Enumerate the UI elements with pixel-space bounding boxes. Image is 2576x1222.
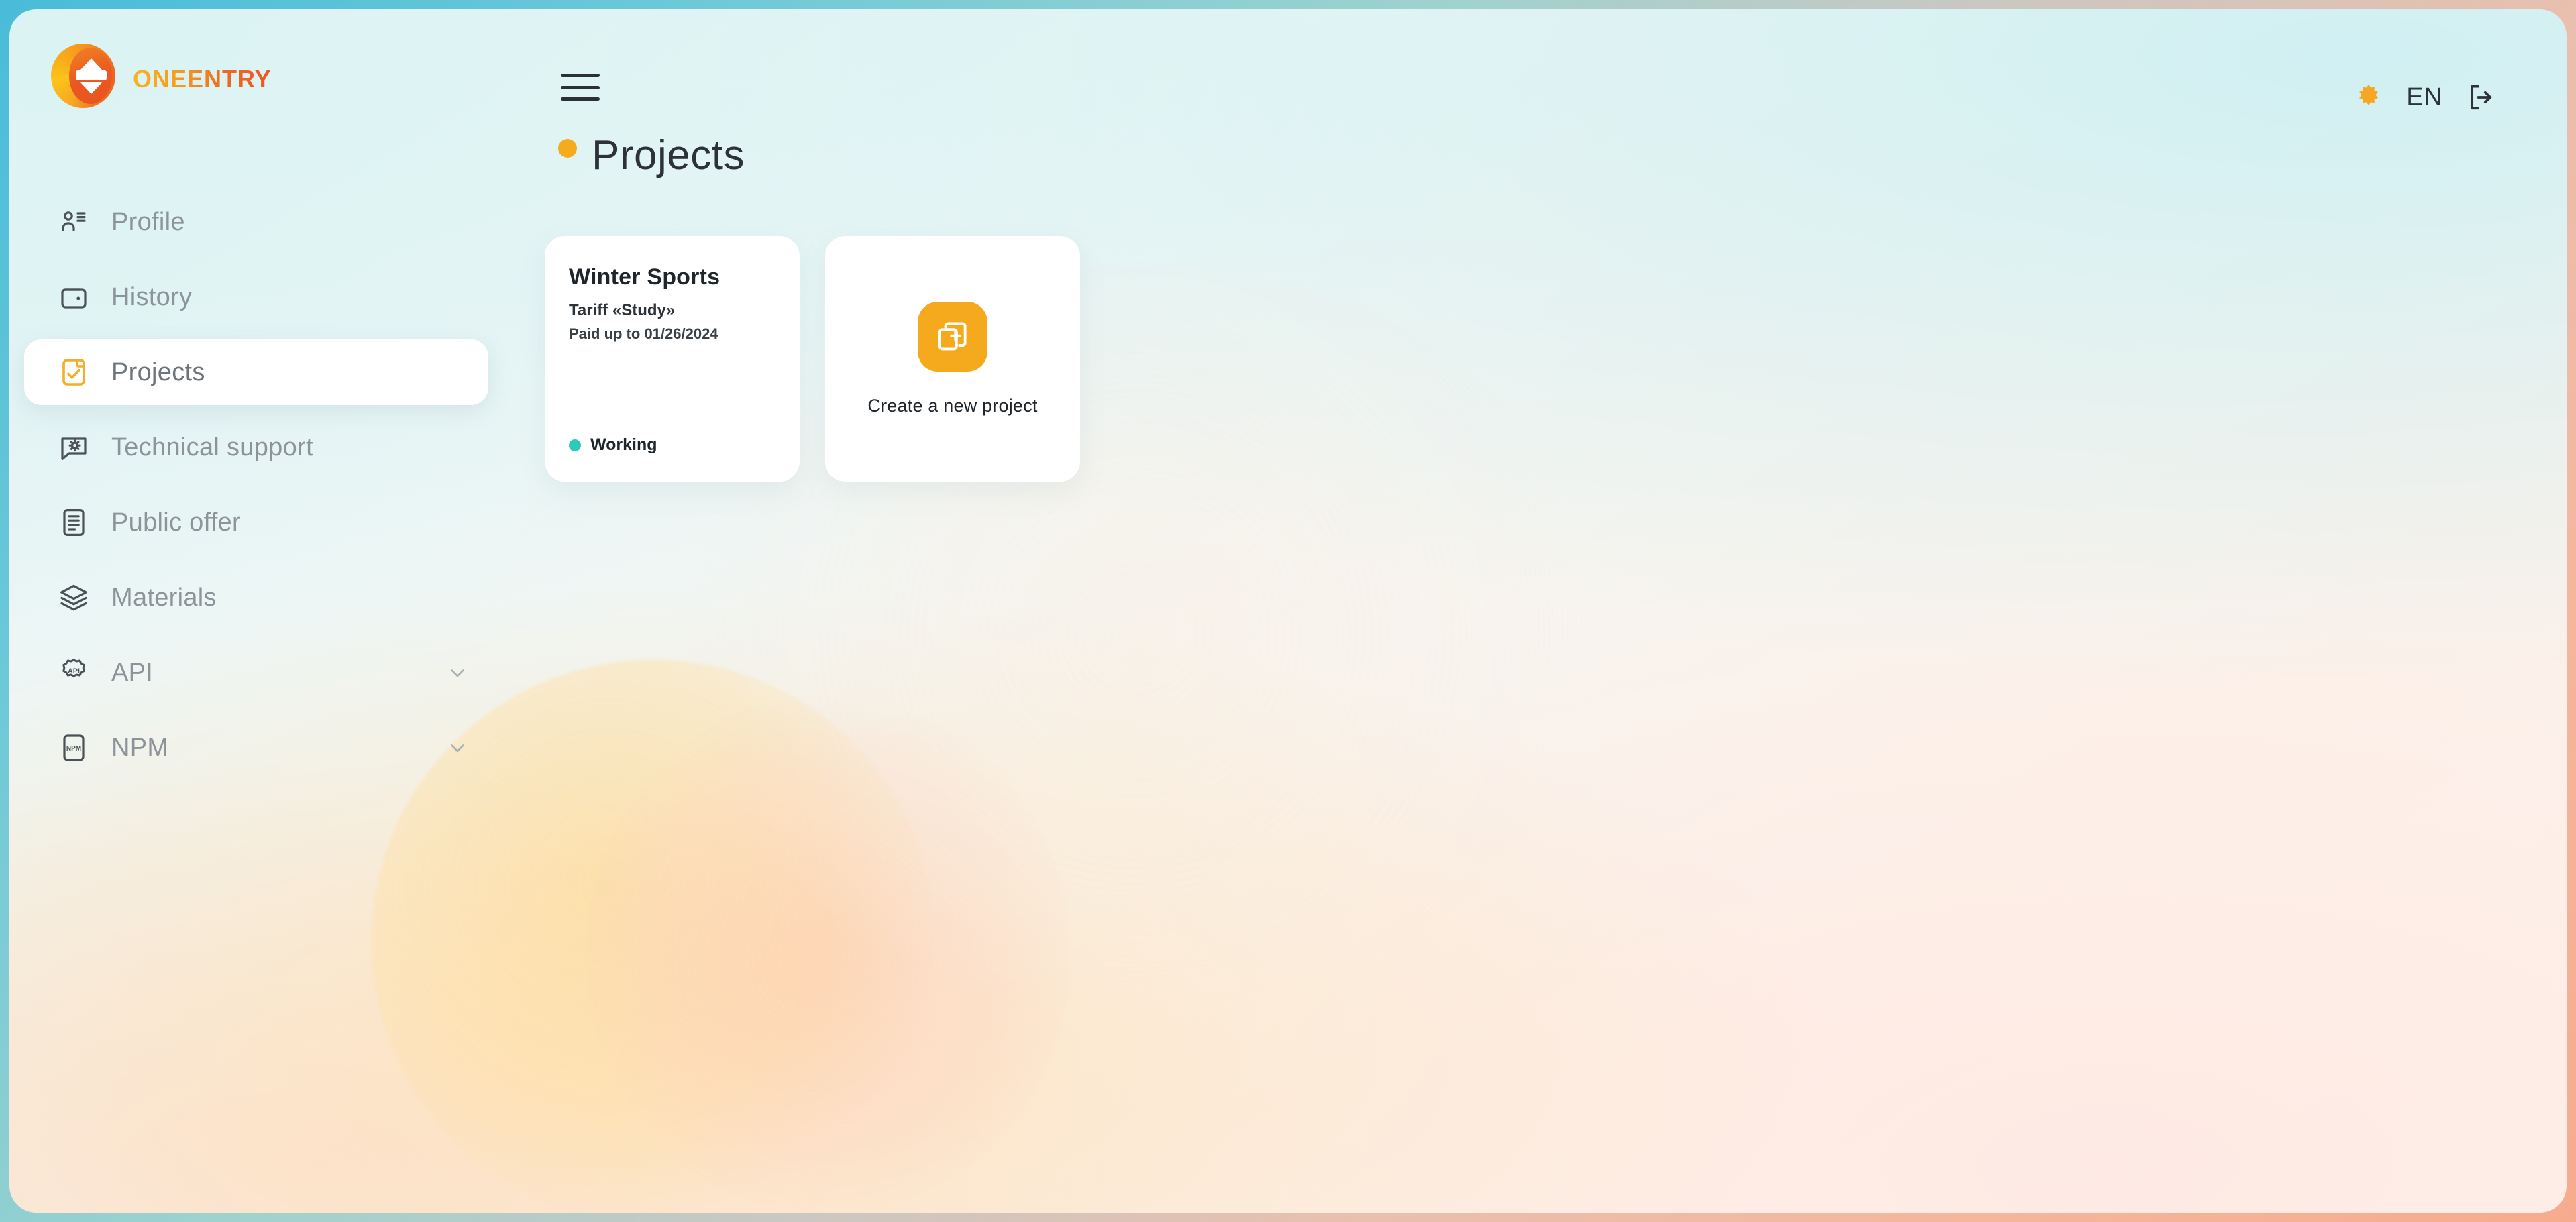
- gear-api-icon: API: [56, 655, 91, 690]
- oneentry-logo-icon: [51, 44, 115, 108]
- create-project-card[interactable]: Create a new project: [825, 236, 1080, 482]
- topbar-actions: EN: [2354, 9, 2567, 113]
- title-dot-icon: [558, 138, 577, 158]
- sun-icon[interactable]: [2354, 82, 2383, 112]
- sidebar-item-projects[interactable]: Projects: [24, 339, 488, 405]
- sidebar-item-label: Technical support: [111, 433, 313, 461]
- sidebar-item-technical-support[interactable]: Technical support: [24, 414, 488, 480]
- project-tariff: Tariff «Study»: [569, 301, 676, 319]
- sidebar-item-api[interactable]: API API: [24, 640, 488, 706]
- sidebar-item-npm[interactable]: NPM NPM: [24, 715, 488, 781]
- sidebar-item-label: Public offer: [111, 508, 241, 537]
- document-lines-icon: [56, 505, 91, 540]
- sidebar-item-profile[interactable]: Profile: [24, 189, 488, 255]
- project-card[interactable]: Winter Sports Tariff «Study» Paid up to …: [545, 236, 800, 482]
- sidebar-item-label: Projects: [111, 357, 205, 386]
- create-project-button[interactable]: [918, 301, 987, 372]
- chevron-down-icon[interactable]: [444, 659, 471, 686]
- brand-logo[interactable]: oneentry: [9, 9, 519, 110]
- svg-text:API: API: [68, 667, 80, 675]
- sidebar-item-label: Materials: [111, 583, 217, 612]
- sidebar-item-label: API: [111, 658, 154, 687]
- svg-text:NPM: NPM: [66, 745, 81, 753]
- status-badge: Working: [569, 435, 775, 455]
- layers-icon: [56, 580, 91, 615]
- sidebar-item-history[interactable]: History: [24, 264, 488, 330]
- page-title: Projects: [592, 132, 745, 178]
- create-project-label: Create a new project: [867, 395, 1038, 416]
- projects-grid: Winter Sports Tariff «Study» Paid up to …: [545, 236, 1080, 482]
- hamburger-menu-icon[interactable]: [561, 74, 600, 101]
- user-contact-icon: [56, 205, 91, 239]
- project-paid-until: Paid up to 01/26/2024: [569, 325, 718, 342]
- topbar: EN: [519, 9, 2567, 130]
- status-dot-icon: [569, 439, 581, 451]
- wallet-icon: [56, 280, 91, 315]
- sidebar: oneentry Profile History Projects Techni…: [9, 9, 519, 1213]
- page-title-row: Projects: [558, 131, 745, 179]
- chevron-down-icon[interactable]: [444, 734, 471, 761]
- project-name: Winter Sports: [569, 264, 720, 290]
- decorative-blob-peach: [586, 693, 1069, 1213]
- sidebar-item-label: NPM: [111, 733, 169, 762]
- app-shell: oneentry Profile History Projects Techni…: [9, 9, 2567, 1213]
- language-selector[interactable]: EN: [2406, 83, 2443, 112]
- npm-box-icon: NPM: [56, 730, 91, 765]
- sidebar-nav: Profile History Projects Technical suppo…: [9, 189, 519, 781]
- logout-icon[interactable]: [2466, 82, 2497, 113]
- clipboard-check-icon: [56, 355, 91, 390]
- sidebar-item-label: History: [111, 282, 193, 311]
- status-label: Working: [590, 435, 657, 454]
- add-copy-icon: [935, 319, 970, 354]
- sidebar-item-label: Profile: [111, 207, 185, 236]
- sidebar-item-public-offer[interactable]: Public offer: [24, 490, 488, 555]
- brand-name: oneentry: [133, 56, 272, 95]
- chat-gear-icon: [56, 430, 91, 465]
- sidebar-item-materials[interactable]: Materials: [24, 565, 488, 630]
